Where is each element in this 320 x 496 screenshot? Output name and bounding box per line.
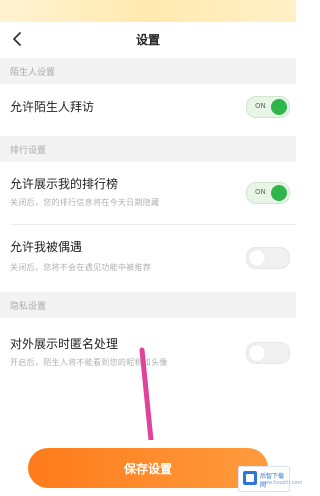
toggle-state-text: ON [255, 102, 266, 110]
setting-description: 关闭后，您将不会在遇见功能中被推荐 [10, 263, 152, 272]
toggle-knob [249, 250, 265, 266]
show-ranking-toggle[interactable]: ON [246, 182, 290, 204]
stranger-visit-toggle[interactable]: ON [246, 96, 290, 118]
setting-description: 关闭后，您的排行信息将在今天日期隐藏 [10, 198, 160, 207]
anonymous-toggle[interactable] [246, 342, 290, 364]
navigation-bar: 设置 [0, 22, 296, 58]
setting-row-stranger-visit: 允许陌生人拜访 ON [0, 84, 296, 128]
setting-row-anonymous: 对外展示时匿名处理 开启后，陌生人将不能看到您的昵称和头像 [0, 318, 296, 380]
watermark-url: www.houzhi.com [260, 480, 303, 486]
toggle-knob [249, 345, 265, 361]
setting-label: 允许陌生人拜访 [10, 100, 95, 114]
watermark-icon [243, 471, 257, 485]
setting-label: 允许展示我的排行榜 [10, 177, 119, 191]
setting-label: 对外展示时匿名处理 [10, 337, 119, 351]
toggle-knob [271, 185, 287, 201]
section-header-label: 排行设置 [10, 146, 47, 156]
page-title: 设置 [135, 33, 160, 47]
toggle-state-text: ON [255, 188, 266, 196]
section-header-label: 隐私设置 [10, 302, 47, 312]
save-settings-button[interactable]: 保存设置 [28, 448, 268, 488]
section-header-label: 陌生人设置 [10, 68, 56, 78]
section-header-stranger: 陌生人设置 [0, 58, 296, 84]
setting-label: 允许我被偶遇 [10, 240, 83, 254]
section-header-ranking: 排行设置 [0, 136, 296, 162]
setting-description: 开启后，陌生人将不能看到您的昵称和头像 [10, 358, 168, 367]
watermark-logo: 后智下载网 www.houzhi.com [238, 466, 302, 492]
setting-row-be-encountered: 允许我被偶遇 关闭后，您将不会在遇见功能中被推荐 [0, 225, 296, 287]
status-bar [0, 0, 296, 22]
setting-row-show-ranking: 允许展示我的排行榜 关闭后，您的排行信息将在今天日期隐藏 ON [0, 162, 296, 224]
toggle-knob [271, 99, 287, 115]
be-encountered-toggle[interactable] [246, 247, 290, 269]
section-header-privacy: 隐私设置 [0, 292, 296, 318]
save-button-label: 保存设置 [123, 462, 172, 476]
